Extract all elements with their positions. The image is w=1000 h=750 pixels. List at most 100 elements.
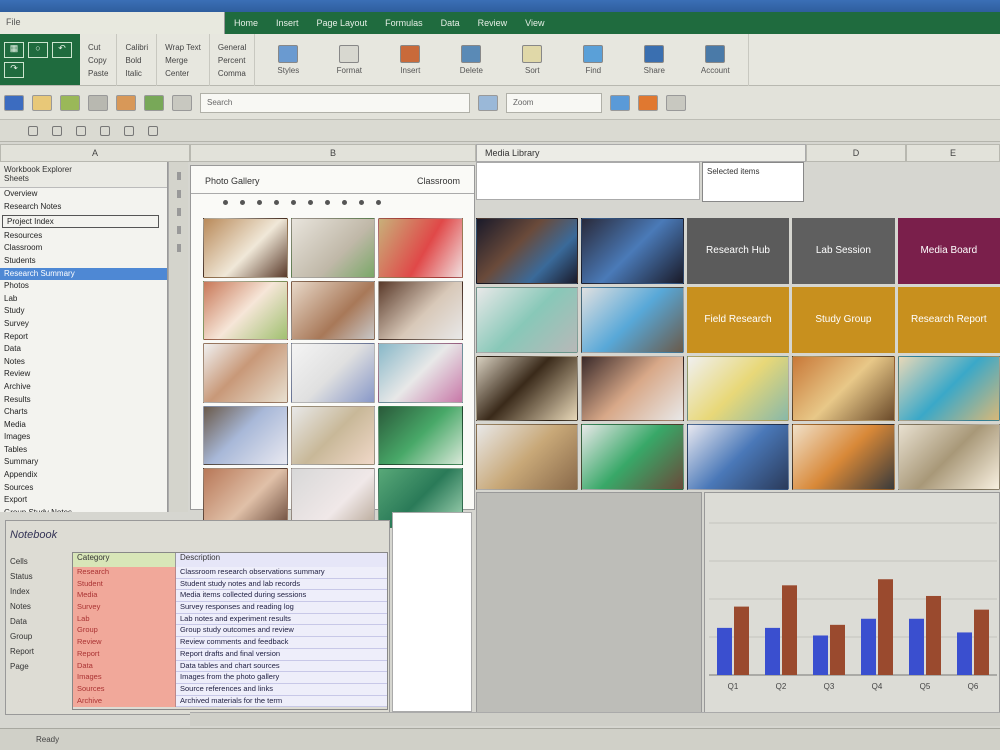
tab-view[interactable]: View xyxy=(516,18,553,28)
dot-icon[interactable] xyxy=(308,199,313,205)
table-cell-description[interactable]: Group study outcomes and review xyxy=(176,625,387,638)
photo-thumbnail[interactable] xyxy=(581,286,684,353)
dot-icon[interactable] xyxy=(376,199,381,205)
table-icon[interactable] xyxy=(88,94,108,111)
link-icon[interactable] xyxy=(478,94,498,111)
photo-thumbnail[interactable] xyxy=(897,424,1000,490)
table-cell-category[interactable]: Sources xyxy=(73,683,176,696)
tab-home[interactable]: Home xyxy=(225,18,267,28)
photo-thumbnail[interactable] xyxy=(792,355,895,422)
nav-item[interactable]: Survey xyxy=(0,318,167,331)
ribbon-line[interactable]: Copy xyxy=(88,56,108,65)
format-button[interactable]: Format xyxy=(320,37,378,83)
photo-thumbnail[interactable] xyxy=(203,405,288,466)
photo-thumbnail[interactable] xyxy=(290,405,376,466)
nav-item[interactable]: Data xyxy=(0,343,167,356)
warning-icon[interactable] xyxy=(638,94,658,111)
photo-thumbnail[interactable] xyxy=(290,218,376,278)
table-cell-description[interactable]: Report drafts and final version xyxy=(176,648,387,661)
dot-icon[interactable] xyxy=(342,199,347,205)
dot-icon[interactable] xyxy=(223,199,228,205)
table-row[interactable]: Student Student study notes and lab recor… xyxy=(73,578,387,591)
document-icon[interactable] xyxy=(4,94,24,111)
table-cell-description[interactable]: Data tables and chart sources xyxy=(176,660,387,673)
delete-button[interactable]: Delete xyxy=(442,37,500,83)
nav-item[interactable]: Summary xyxy=(0,456,167,469)
nav-item[interactable]: Archive xyxy=(0,381,167,394)
side-label[interactable]: Page xyxy=(10,662,34,671)
table-cell-category[interactable]: Group xyxy=(73,625,176,638)
photo-thumbnail[interactable] xyxy=(476,424,579,490)
photo-thumbnail[interactable] xyxy=(378,218,463,278)
photo-thumbnail[interactable] xyxy=(897,355,1000,422)
nav-item[interactable]: Tables xyxy=(0,444,167,457)
ribbon-line[interactable]: Calibri xyxy=(125,43,148,52)
photo-thumbnail[interactable] xyxy=(378,405,463,466)
tab-data[interactable]: Data xyxy=(432,18,469,28)
chart-bar[interactable] xyxy=(717,627,732,675)
chart-bar[interactable] xyxy=(926,595,941,675)
ribbon-line[interactable]: General xyxy=(218,43,246,52)
table-cell-category[interactable]: Review xyxy=(73,637,176,649)
gallery-tile[interactable]: Research Report xyxy=(897,286,1000,353)
ribbon-line[interactable]: Cut xyxy=(88,43,108,52)
photo-thumbnail[interactable] xyxy=(581,355,684,422)
ribbon-line[interactable]: Paste xyxy=(88,69,108,78)
nav-item[interactable]: Charts xyxy=(0,406,167,419)
nav-item[interactable]: Project Index xyxy=(2,215,159,228)
side-label[interactable]: Notes xyxy=(10,602,34,611)
table-row[interactable]: Data Data tables and chart sources xyxy=(73,660,387,673)
column-header-b[interactable]: B xyxy=(190,144,476,162)
table-row[interactable]: Sources Source references and links xyxy=(73,683,387,696)
gallery-tile[interactable]: Lab Session xyxy=(792,218,895,284)
next-icon[interactable] xyxy=(76,125,86,136)
ribbon-line[interactable]: Italic xyxy=(125,69,148,78)
table-row[interactable]: Archive Archived materials for the term xyxy=(73,695,387,708)
table-row[interactable]: Review Review comments and feedback xyxy=(73,637,387,649)
nav-item[interactable]: Export xyxy=(0,494,167,507)
chart-bar[interactable] xyxy=(861,618,876,675)
account-button[interactable]: Account xyxy=(686,37,744,83)
table-cell-category[interactable]: Data xyxy=(73,660,176,673)
table-cell-category[interactable]: Images xyxy=(73,672,176,684)
ribbon-line[interactable]: Center xyxy=(165,69,201,78)
nav-item[interactable]: Report xyxy=(0,331,167,344)
settings-icon[interactable] xyxy=(666,94,686,111)
nav-item[interactable]: Resources xyxy=(0,230,167,243)
chart-bar[interactable] xyxy=(734,606,749,675)
last-icon[interactable] xyxy=(100,125,110,136)
nav-item[interactable]: Research Summary xyxy=(0,267,167,281)
first-icon[interactable] xyxy=(28,125,38,136)
dot-icon[interactable] xyxy=(325,199,330,205)
photo-thumbnail[interactable] xyxy=(203,280,288,341)
tab-insert[interactable]: Insert xyxy=(267,18,308,28)
photo-thumbnail[interactable] xyxy=(476,286,579,353)
table-cell-description[interactable]: Images from the photo gallery xyxy=(176,672,387,684)
nav-item[interactable]: Classroom xyxy=(0,242,167,255)
nav-item[interactable]: Review xyxy=(0,368,167,381)
styles-button[interactable]: Styles xyxy=(259,37,317,83)
column-header-d[interactable]: D xyxy=(806,144,906,162)
table-cell-description[interactable]: Source references and links xyxy=(176,683,387,696)
photo-thumbnail[interactable] xyxy=(581,218,684,284)
nav-item[interactable]: Students xyxy=(0,255,167,268)
nav-item[interactable]: Overview xyxy=(0,188,167,201)
image-icon[interactable] xyxy=(172,94,192,111)
redo-icon[interactable]: ↷ xyxy=(4,61,24,78)
nav-item[interactable]: Results xyxy=(0,394,167,407)
table-cell-description[interactable]: Archived materials for the term xyxy=(176,695,387,708)
tab-file[interactable]: File xyxy=(0,12,225,34)
line-chart-icon[interactable] xyxy=(116,94,136,111)
nav-item[interactable]: Study xyxy=(0,305,167,318)
table-cell-description[interactable]: Media items collected during sessions xyxy=(176,590,387,603)
table-cell-category[interactable]: Survey xyxy=(73,602,176,614)
table-row[interactable]: Lab Lab notes and experiment results xyxy=(73,613,387,626)
chart-bar[interactable] xyxy=(909,618,924,675)
table-row[interactable]: Research Classroom research observations … xyxy=(73,567,387,579)
nav-item[interactable]: Sources xyxy=(0,482,167,495)
photo-thumbnail[interactable] xyxy=(203,343,288,403)
dot-icon[interactable] xyxy=(257,199,262,205)
photo-thumbnail[interactable] xyxy=(476,218,579,284)
photo-thumbnail[interactable] xyxy=(378,280,463,341)
table-cell-category[interactable]: Student xyxy=(73,578,176,591)
